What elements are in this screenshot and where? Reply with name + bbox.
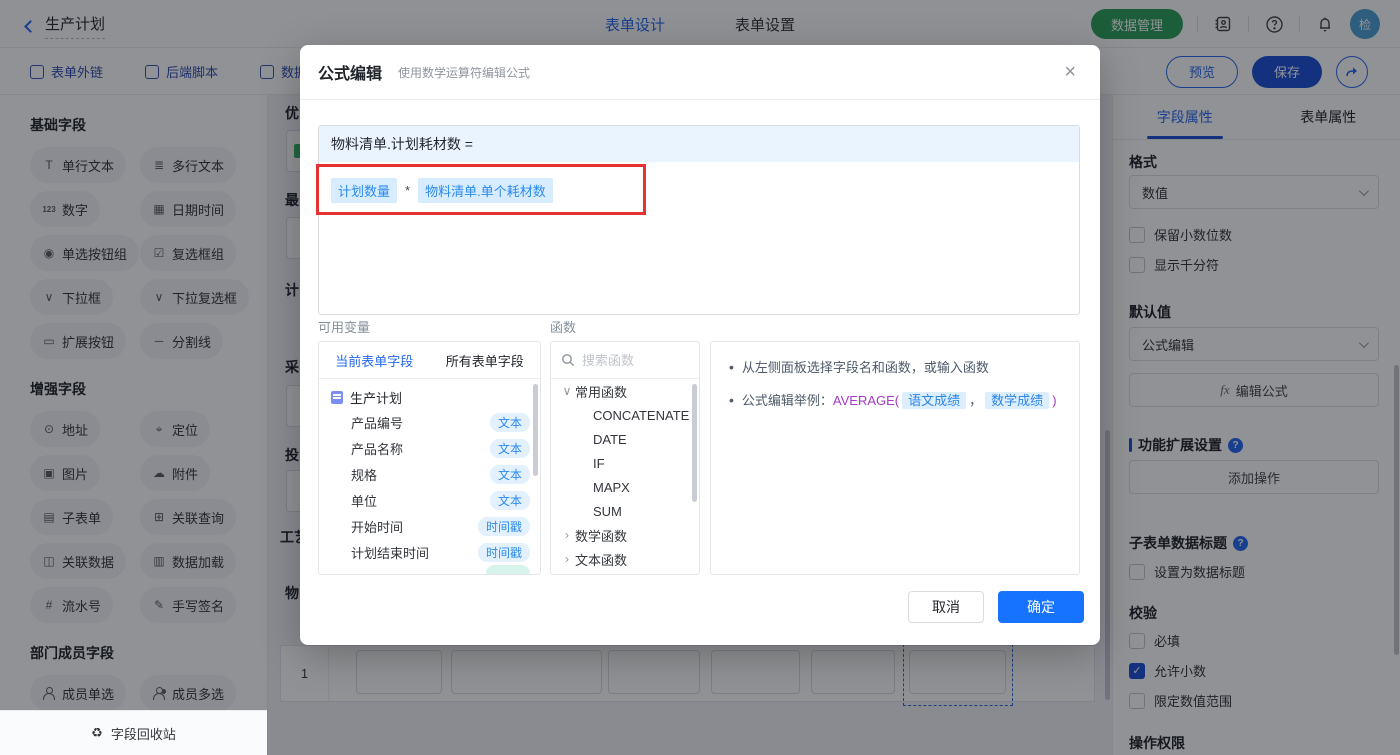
functions-scrollbar[interactable] xyxy=(692,384,697,502)
tree-chevron-icon: › xyxy=(565,552,569,566)
tree-chevron-icon: › xyxy=(565,528,569,542)
modal-title: 公式编辑 xyxy=(318,66,383,83)
formula-target: 物料清单.计划耗材数 = xyxy=(319,126,1079,162)
cancel-button[interactable]: 取消 xyxy=(908,591,984,623)
field-type-badge: 文本 xyxy=(489,464,530,484)
field-row[interactable]: 开始时间 时间戳 xyxy=(319,513,540,539)
field-type-badge: 时间戳 xyxy=(477,542,530,562)
help-panel: • 从左侧面板选择字段名和函数，或输入函数 • 公式编辑举例：AVERAGE(语… xyxy=(710,341,1080,575)
formula-operator: * xyxy=(405,183,411,198)
function-row[interactable]: › 文本函数 xyxy=(551,547,699,571)
formula-token[interactable]: 物料清单.单个耗材数 xyxy=(418,178,553,203)
formula-editor-modal: 公式编辑 使用数学运算符编辑公式 × 物料清单.计划耗材数 = 计划数量 * 物… xyxy=(300,45,1100,645)
function-row[interactable]: SUM xyxy=(551,499,699,523)
variables-scrollbar[interactable] xyxy=(533,384,538,476)
function-row[interactable]: ∨ 常用函数 xyxy=(551,379,699,403)
field-type-badge: 文本 xyxy=(489,438,530,458)
variables-tab[interactable]: 当前表单字段 xyxy=(319,342,430,378)
recycle-icon: ♻ xyxy=(91,725,103,740)
field-type-badge: 时间戳 xyxy=(477,516,530,536)
field-row[interactable]: 产品编号 文本 xyxy=(319,409,540,435)
function-row[interactable]: DATE xyxy=(551,427,699,451)
field-row[interactable]: 计划结束时间 时间戳 xyxy=(319,539,540,565)
variables-label: 可用变量 xyxy=(318,320,371,335)
help-line: 从左侧面板选择字段名和函数，或输入函数 xyxy=(741,360,989,375)
field-row[interactable]: 规格 文本 xyxy=(319,461,540,487)
search-icon xyxy=(562,354,575,367)
formula-expression[interactable]: 计划数量 * 物料清单.单个耗材数 xyxy=(319,162,1079,219)
field-type-badge: 文本 xyxy=(489,412,530,432)
bullet-icon: • xyxy=(729,392,734,408)
modal-subtitle: 使用数学运算符编辑公式 xyxy=(398,65,531,80)
close-icon[interactable]: × xyxy=(1064,61,1076,84)
tree-chevron-icon: ∨ xyxy=(562,384,572,398)
confirm-button[interactable]: 确定 xyxy=(998,591,1084,623)
function-row[interactable]: IF xyxy=(551,451,699,475)
function-name: AVERAGE( xyxy=(832,393,900,408)
example-field-chip: 数学成绩 xyxy=(985,392,1050,409)
functions-panel: ∨ 常用函数 CONCATENATE DATE IF xyxy=(550,341,700,575)
variables-tab[interactable]: 所有表单字段 xyxy=(430,342,541,378)
field-recycle-bin[interactable]: ♻ 字段回收站 xyxy=(0,710,267,755)
function-row[interactable]: › 数学函数 xyxy=(551,523,699,547)
bullet-icon: • xyxy=(729,359,734,375)
tree-root-form[interactable]: 生产计划 xyxy=(319,379,540,409)
functions-label: 函数 xyxy=(550,320,577,335)
form-doc-icon xyxy=(331,391,343,404)
help-example-line: 公式编辑举例：AVERAGE(语文成绩，数学成绩) xyxy=(741,392,1057,409)
example-field-chip: 语文成绩 xyxy=(902,392,967,409)
field-row[interactable]: 单位 文本 xyxy=(319,487,540,513)
formula-token[interactable]: 计划数量 xyxy=(331,178,398,203)
field-type-badge: 文本 xyxy=(489,490,530,510)
function-row[interactable]: CONCATENATE xyxy=(551,403,699,427)
variables-panel: 当前表单字段所有表单字段 生产计划 产品编号 文本 产品名称 文本 规格 文本 xyxy=(318,341,541,575)
field-row[interactable]: 产品名称 文本 xyxy=(319,435,540,461)
function-row[interactable]: MAPX xyxy=(551,475,699,499)
field-type-badge-partial xyxy=(486,565,530,574)
function-search-input[interactable] xyxy=(582,352,682,368)
formula-editor[interactable]: 物料清单.计划耗材数 = 计划数量 * 物料清单.单个耗材数 xyxy=(318,125,1080,315)
